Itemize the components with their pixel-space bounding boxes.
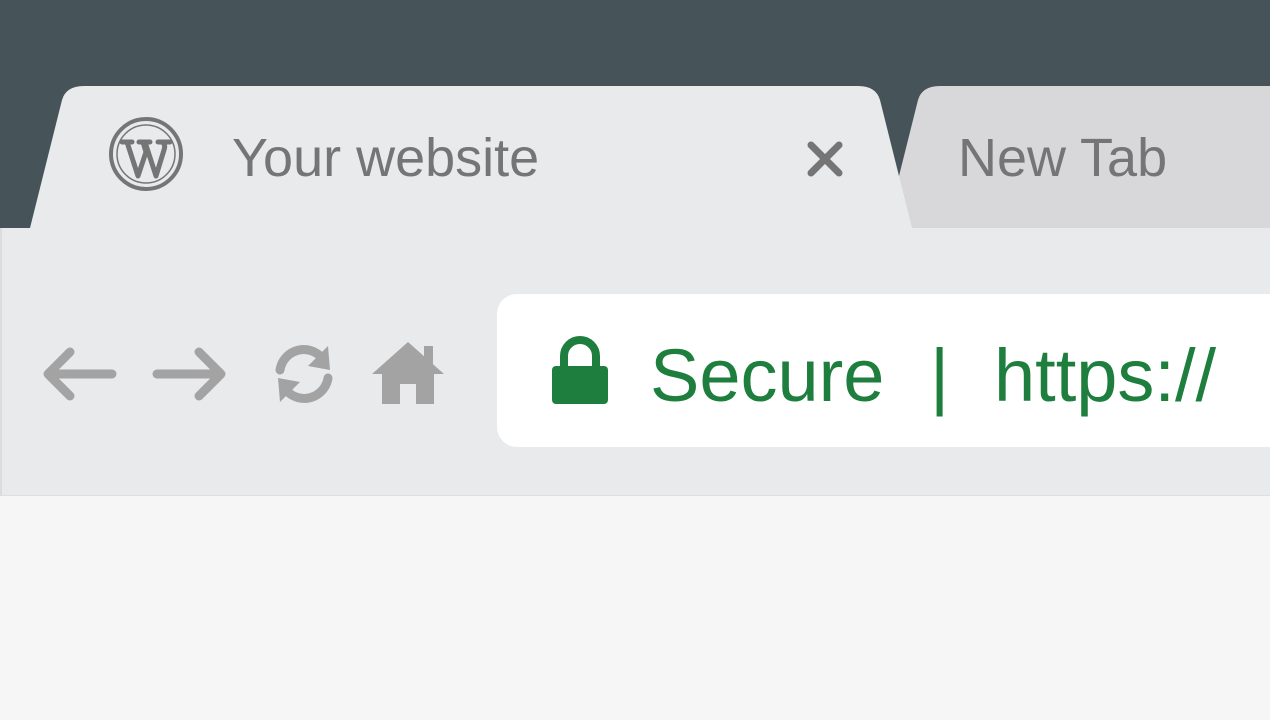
back-button[interactable] <box>40 336 120 412</box>
reload-button[interactable] <box>264 336 344 412</box>
arrow-left-icon <box>43 347 117 401</box>
tab-strip <box>30 86 1270 228</box>
browser-window: Your website New Tab Secure | https:// <box>0 0 1270 720</box>
arrow-right-icon <box>152 347 226 401</box>
home-button[interactable] <box>368 336 448 412</box>
close-icon[interactable] <box>796 130 854 188</box>
reload-icon <box>275 345 333 403</box>
security-label[interactable]: Secure <box>650 334 884 418</box>
home-icon <box>372 342 444 404</box>
toolbar-edge <box>0 228 2 496</box>
lock-icon[interactable] <box>550 336 610 408</box>
page-content <box>0 496 1270 720</box>
wordpress-icon <box>108 116 184 192</box>
address-separator: | <box>930 334 950 417</box>
forward-button[interactable] <box>149 336 229 412</box>
tab-title: Your website <box>232 128 540 188</box>
tab-title-new-tab: New Tab <box>958 128 1168 188</box>
url-text[interactable]: https:// <box>994 334 1216 418</box>
